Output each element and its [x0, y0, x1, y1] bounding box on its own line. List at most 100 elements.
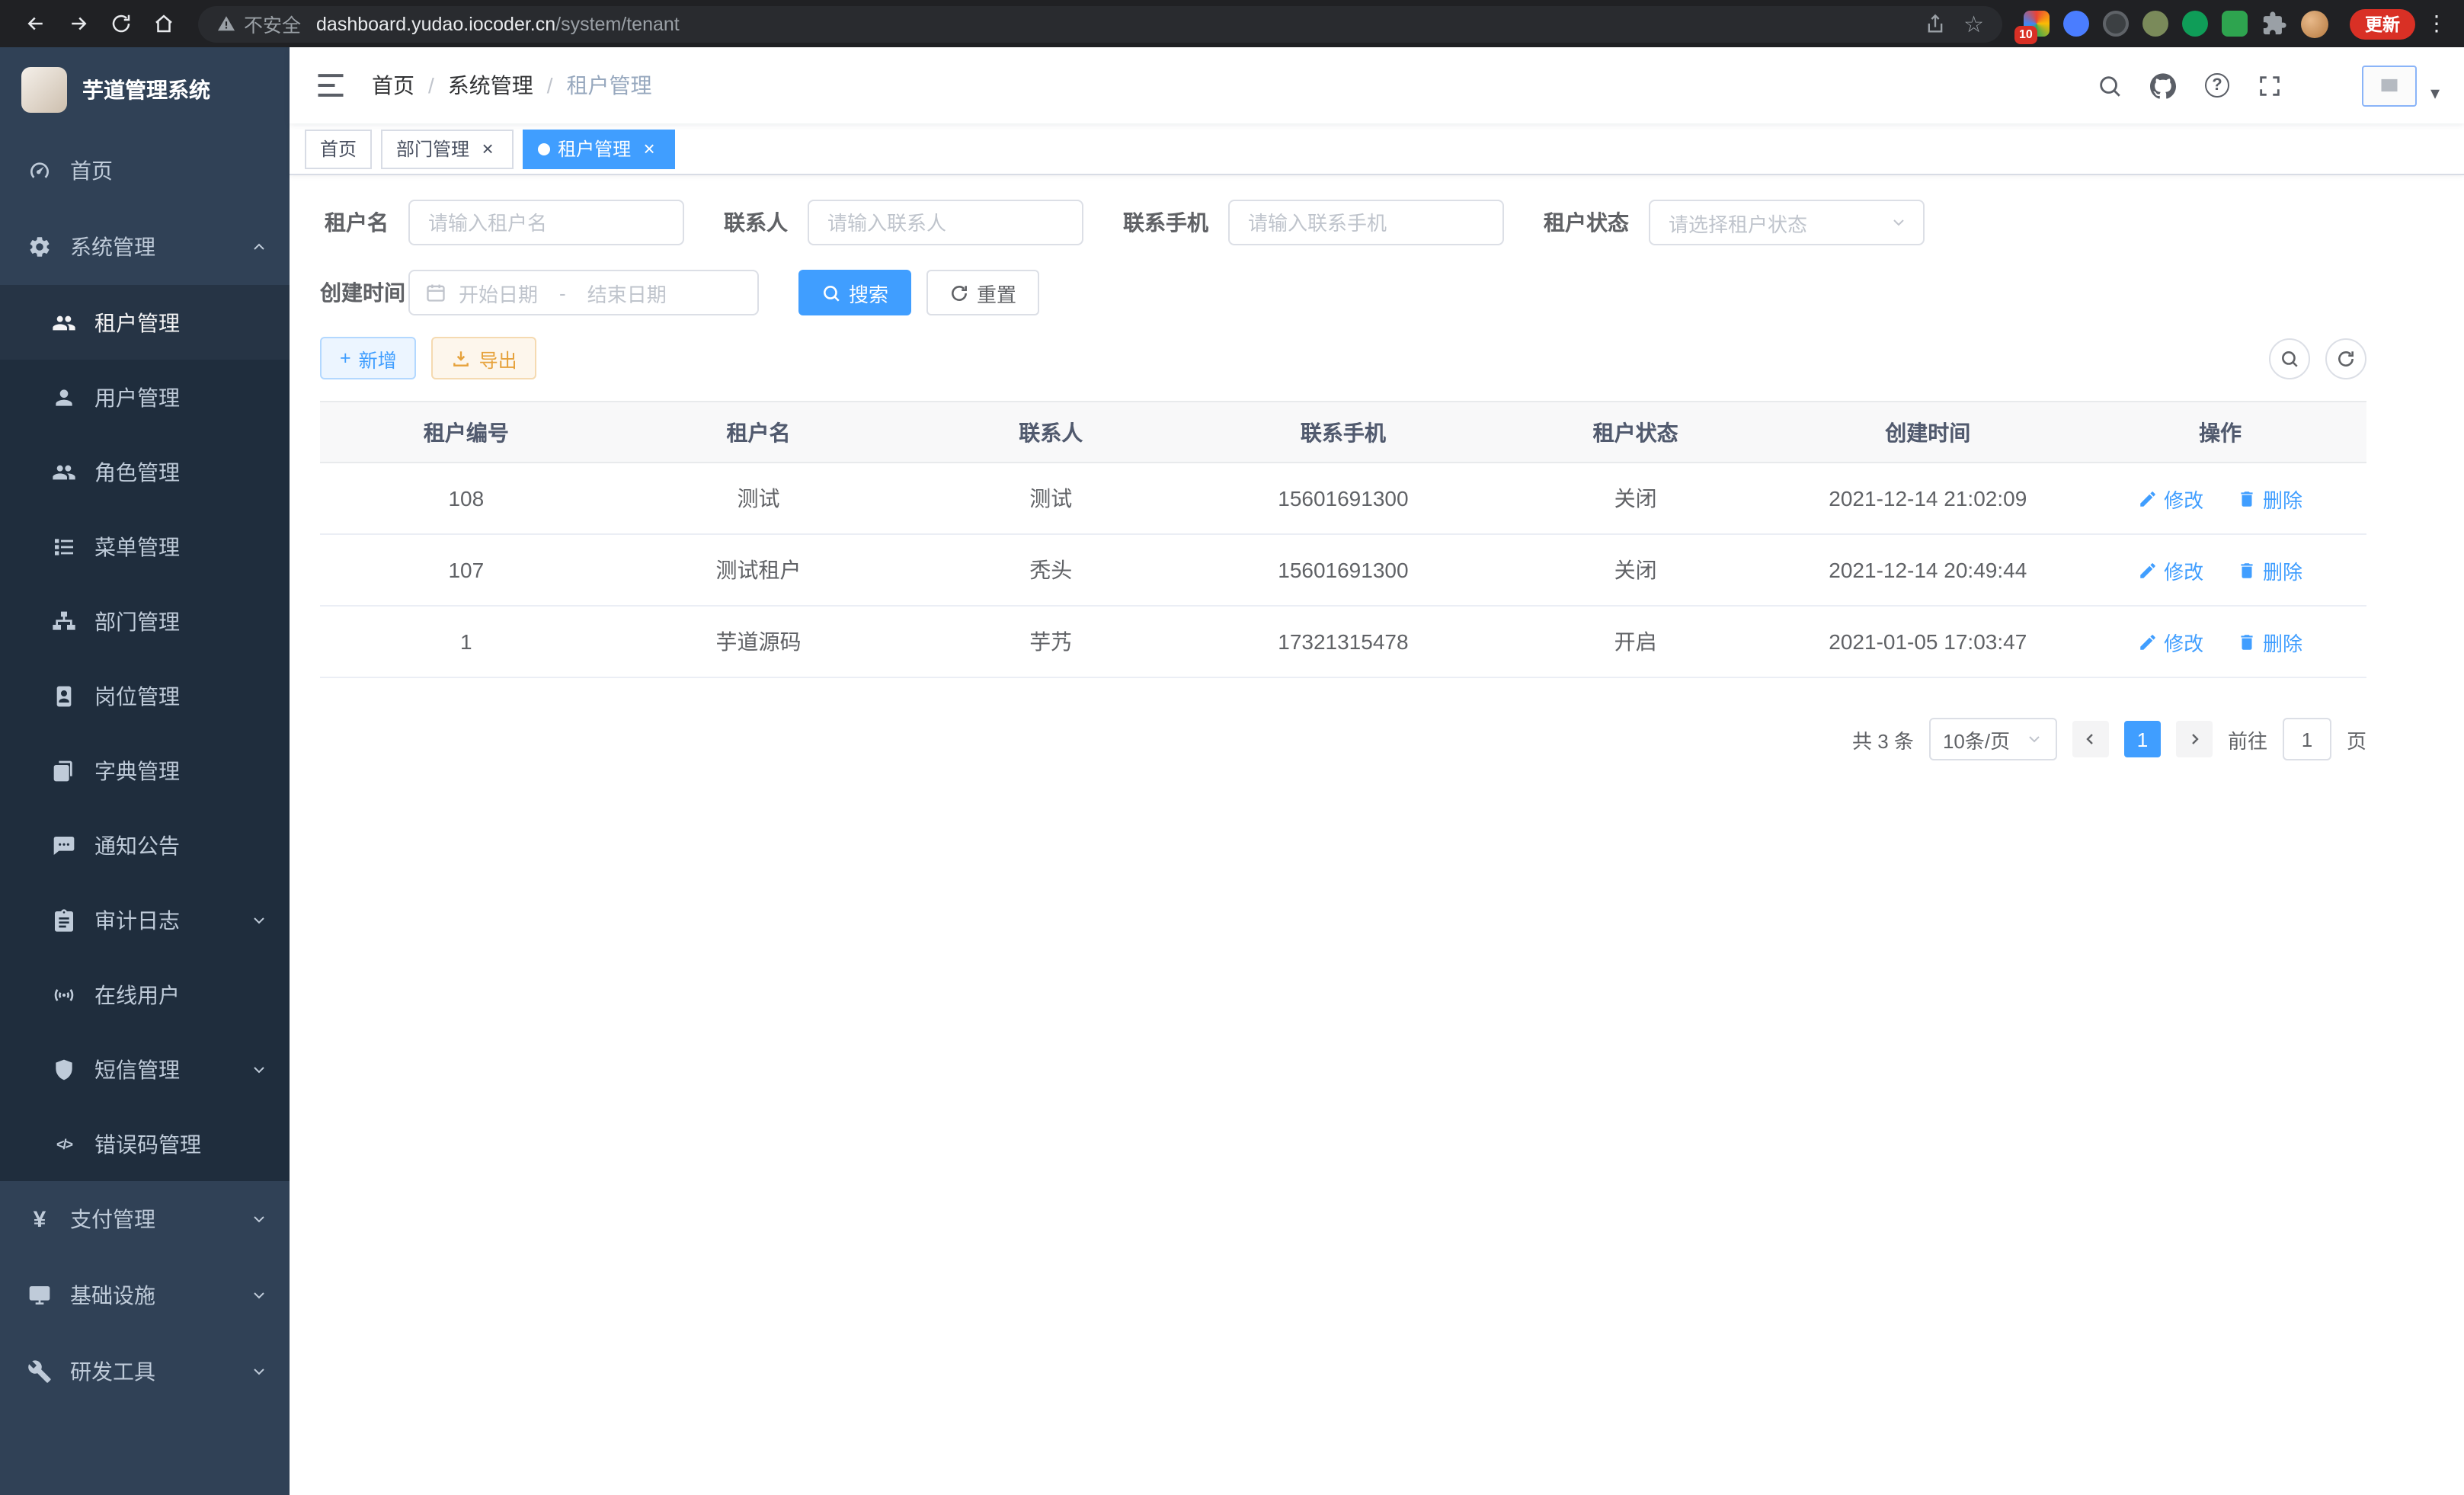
- sidebar-item-online[interactable]: 在线用户: [0, 957, 290, 1032]
- sidebar-group-sms[interactable]: 短信管理: [0, 1032, 290, 1106]
- sidebar-group-audit-log[interactable]: 审计日志: [0, 882, 290, 957]
- url-path: /system/tenant: [555, 13, 680, 34]
- sidebar-group-system[interactable]: 系统管理: [0, 209, 290, 285]
- page-number-button[interactable]: 1: [2124, 721, 2161, 757]
- sidebar-group-label: 研发工具: [70, 1356, 155, 1387]
- gear-icon: [27, 235, 52, 259]
- reset-button[interactable]: 重置: [926, 270, 1039, 315]
- ext-olive-icon[interactable]: [2142, 11, 2168, 37]
- browser-back-button[interactable]: [15, 4, 55, 43]
- sidebar-item-dict[interactable]: 字典管理: [0, 733, 290, 808]
- tag-tenant-active[interactable]: 租户管理: [523, 129, 675, 168]
- ext-green-icon[interactable]: [2182, 11, 2208, 37]
- dashboard-icon: [27, 158, 52, 183]
- browser-reload-button[interactable]: [101, 4, 140, 43]
- date-separator: -: [559, 281, 566, 304]
- tenant-name-input[interactable]: [408, 200, 684, 245]
- breadcrumb-home[interactable]: 首页: [372, 70, 448, 101]
- ext-dark-icon[interactable]: [2103, 11, 2129, 37]
- github-link[interactable]: [2149, 70, 2179, 101]
- chevron-down-icon: [1890, 213, 1908, 232]
- delete-link[interactable]: 删除: [2237, 484, 2302, 513]
- edit-link[interactable]: 修改: [2138, 627, 2203, 656]
- next-page-button[interactable]: [2176, 721, 2213, 757]
- breadcrumb-system[interactable]: 系统管理: [448, 70, 567, 101]
- edit-label: 修改: [2164, 484, 2203, 513]
- sidebar-item-dept[interactable]: 部门管理: [0, 584, 290, 658]
- export-button[interactable]: 导出: [432, 337, 537, 379]
- refresh-table-button[interactable]: [2325, 338, 2366, 379]
- security-chip[interactable]: 不安全: [216, 9, 307, 38]
- bookmark-star-icon[interactable]: [1963, 10, 1984, 37]
- sidebar-fold-icon[interactable]: [314, 69, 347, 102]
- log-icon: [52, 908, 76, 932]
- tag-dept[interactable]: 部门管理: [381, 129, 514, 168]
- font-size-button[interactable]: [2309, 70, 2339, 101]
- logo-image: [21, 67, 67, 113]
- breadcrumb-current: 租户管理: [567, 70, 652, 101]
- sidebar-item-errcode[interactable]: 错误码管理: [0, 1106, 290, 1181]
- user-avatar[interactable]: [2362, 65, 2417, 106]
- sidebar-item-home[interactable]: 首页: [0, 133, 290, 209]
- avatar-dropdown-caret[interactable]: [2430, 82, 2440, 106]
- sidebar-item-user[interactable]: 用户管理: [0, 360, 290, 434]
- sidebar-item-menu[interactable]: 菜单管理: [0, 509, 290, 584]
- edit-link[interactable]: 修改: [2138, 484, 2203, 513]
- code-icon: [52, 1132, 76, 1156]
- col-tenant-id: 租户编号: [320, 402, 613, 463]
- ext-colorful-icon[interactable]: 10: [2024, 11, 2050, 37]
- header-search-button[interactable]: [2095, 70, 2126, 101]
- share-icon[interactable]: [1924, 13, 1945, 34]
- filter-label: 联系人: [724, 207, 808, 238]
- select-placeholder: 请选择租户状态: [1669, 208, 1807, 237]
- sidebar-item-tenant[interactable]: 租户管理: [0, 285, 290, 360]
- add-button[interactable]: 新增: [320, 337, 417, 379]
- sidebar-item-role[interactable]: 角色管理: [0, 434, 290, 509]
- app-title: 芋道管理系统: [82, 75, 210, 105]
- search-button[interactable]: 搜索: [798, 270, 911, 315]
- tenant-table: 租户编号 租户名 联系人 联系手机 租户状态 创建时间 操作 108 测试: [320, 401, 2366, 678]
- prev-page-button[interactable]: [2072, 721, 2109, 757]
- close-icon[interactable]: [638, 138, 660, 159]
- search-button-label: 搜索: [849, 278, 888, 307]
- page-size-select[interactable]: 10条/页: [1929, 718, 2057, 760]
- browser-profile-avatar[interactable]: [2301, 10, 2328, 37]
- goto-page-input[interactable]: [2283, 718, 2331, 760]
- cell-created: 2021-01-05 17:03:47: [1781, 606, 2074, 677]
- sidebar-item-post[interactable]: 岗位管理: [0, 658, 290, 733]
- table-header-row: 租户编号 租户名 联系人 联系手机 租户状态 创建时间 操作: [320, 402, 2366, 463]
- delete-link[interactable]: 删除: [2237, 627, 2302, 656]
- date-range-picker[interactable]: 开始日期 - 结束日期: [408, 270, 759, 315]
- ext-chat-icon[interactable]: [2222, 11, 2248, 37]
- refresh-icon: [2336, 348, 2356, 368]
- sidebar-group-devtools[interactable]: 研发工具: [0, 1333, 290, 1410]
- browser-update-button[interactable]: 更新: [2350, 8, 2415, 39]
- sidebar-group-infra[interactable]: 基础设施: [0, 1257, 290, 1333]
- close-icon[interactable]: [477, 138, 498, 159]
- system-submenu: 租户管理 用户管理 角色管理 菜单管理 部门管理: [0, 285, 290, 1181]
- browser-home-button[interactable]: [143, 4, 183, 43]
- edit-link[interactable]: 修改: [2138, 555, 2203, 584]
- fullscreen-button[interactable]: [2255, 70, 2286, 101]
- address-bar[interactable]: 不安全 dashboard.yudao.iocoder.cn/system/te…: [198, 5, 2002, 42]
- browser-forward-button[interactable]: [58, 4, 98, 43]
- status-select[interactable]: 请选择租户状态: [1649, 200, 1925, 245]
- refresh-icon: [949, 283, 969, 303]
- app-logo[interactable]: 芋道管理系统: [0, 47, 290, 133]
- toggle-search-button[interactable]: [2269, 338, 2310, 379]
- contact-input[interactable]: [808, 200, 1083, 245]
- sidebar-item-notice[interactable]: 通知公告: [0, 808, 290, 882]
- extensions-puzzle-icon[interactable]: [2261, 11, 2287, 37]
- broken-image-icon: [2379, 75, 2400, 96]
- mobile-input[interactable]: [1228, 200, 1504, 245]
- yen-icon: [27, 1207, 52, 1231]
- sidebar-group-pay[interactable]: 支付管理: [0, 1181, 290, 1257]
- browser-menu-button[interactable]: [2424, 11, 2449, 37]
- pagination: 共 3 条 10条/页 1 前往 页: [320, 718, 2366, 760]
- ext-blue-icon[interactable]: [2063, 11, 2089, 37]
- tag-home[interactable]: 首页: [305, 129, 372, 168]
- help-button[interactable]: [2202, 70, 2232, 101]
- cell-actions: 修改 删除: [2074, 606, 2366, 677]
- delete-link[interactable]: 删除: [2237, 555, 2302, 584]
- reset-button-label: 重置: [977, 278, 1016, 307]
